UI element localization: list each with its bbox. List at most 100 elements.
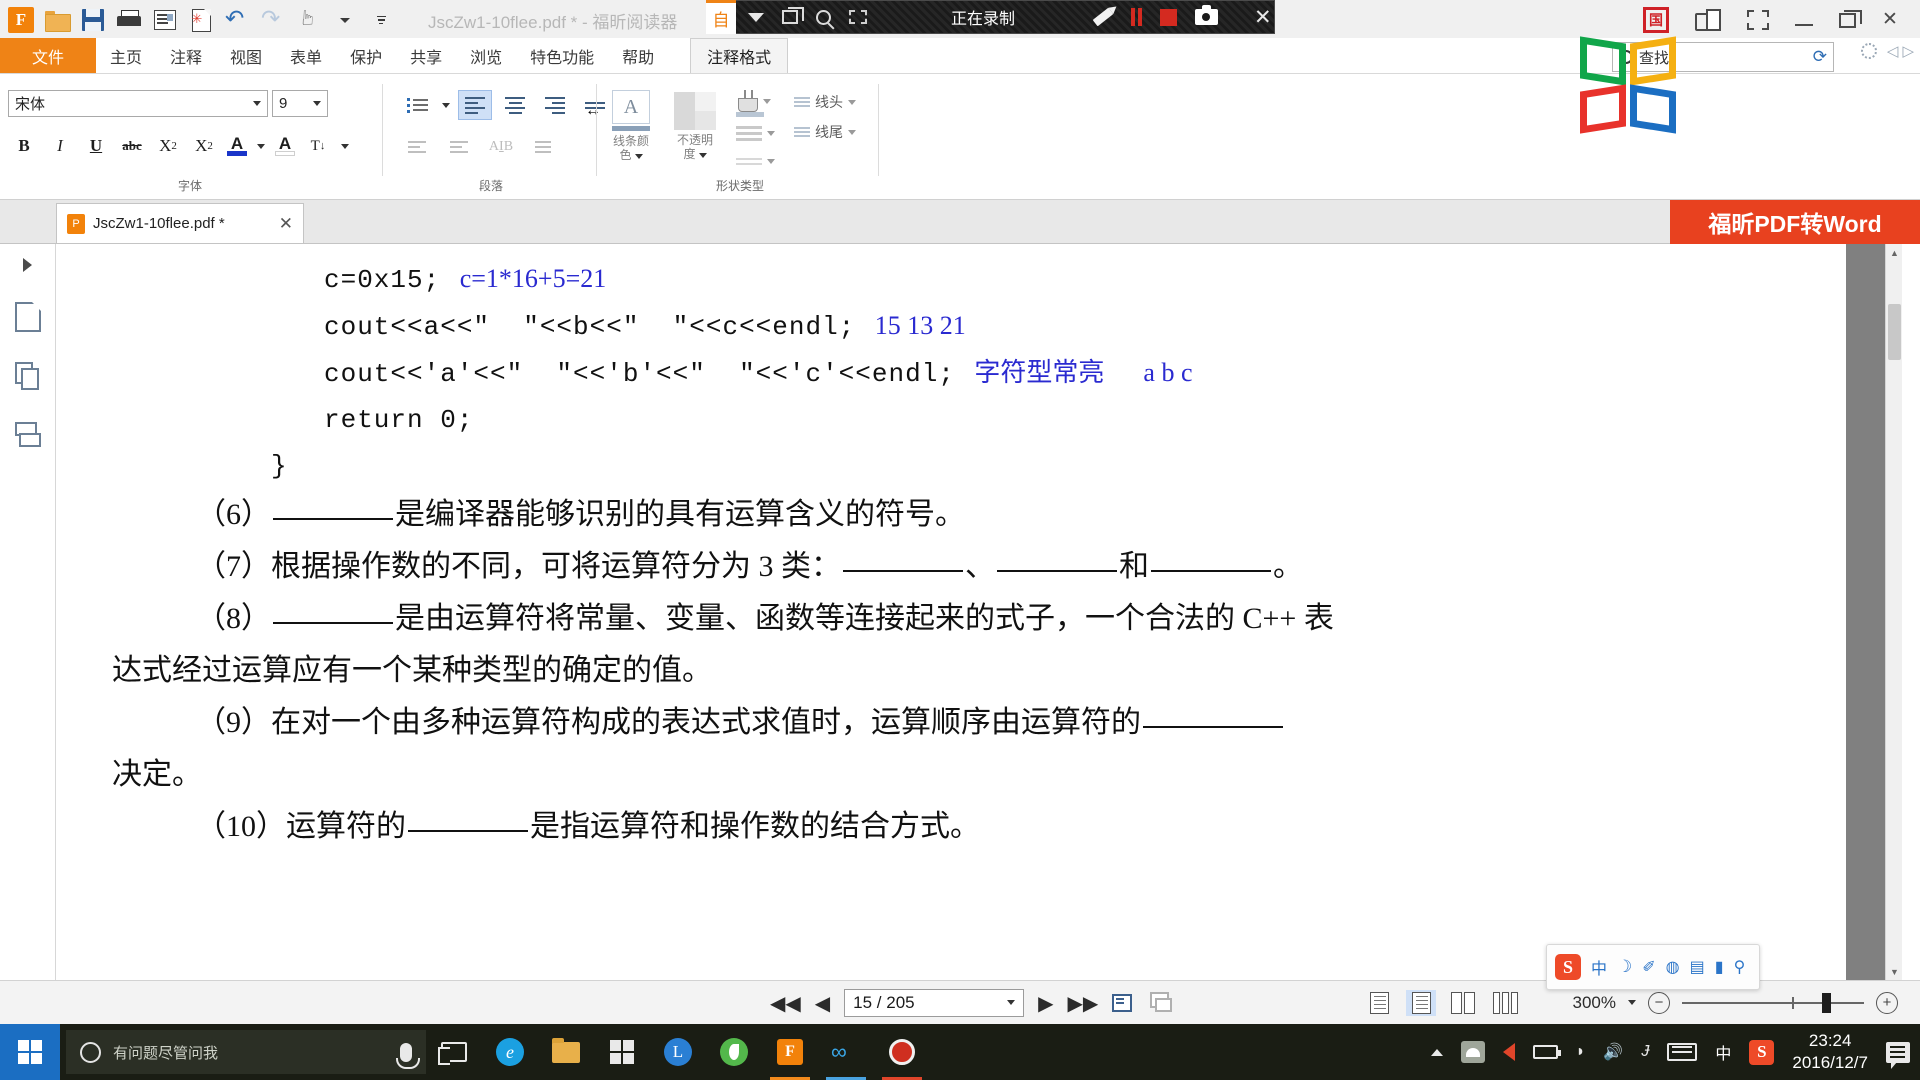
briefcase-icon[interactable]: ▮ xyxy=(1715,957,1724,977)
hand-tool-dropdown-icon[interactable] xyxy=(328,3,362,37)
foxit-logo-icon[interactable]: F xyxy=(4,3,38,37)
print-icon[interactable] xyxy=(112,3,146,37)
menu-item-share[interactable]: 共享 xyxy=(396,38,456,73)
previous-page-button[interactable]: ◀ xyxy=(815,993,830,1013)
bullet-list-dropdown-icon[interactable] xyxy=(440,90,452,120)
fill-color-button[interactable] xyxy=(736,90,771,112)
pause-icon[interactable] xyxy=(1131,8,1143,26)
menu-item-protect[interactable]: 保护 xyxy=(336,38,396,73)
foxit-reader-icon[interactable]: F xyxy=(762,1024,818,1080)
superscript-button[interactable]: X2 xyxy=(152,131,184,161)
prev-icon[interactable]: ◁ xyxy=(1887,42,1899,60)
document-tab[interactable]: P JscZw1-10flee.pdf * ✕ xyxy=(56,203,304,243)
bold-button[interactable]: B xyxy=(8,131,40,161)
close-icon[interactable]: ✕ xyxy=(1254,6,1272,28)
bullet-list-button[interactable] xyxy=(400,90,434,120)
tab-annotation-format[interactable]: 注释格式 xyxy=(690,38,789,73)
ribbon-toggle-icon[interactable] xyxy=(1695,9,1721,31)
zoom-out-button[interactable]: − xyxy=(1648,991,1670,1014)
moon-icon[interactable]: ☽ xyxy=(1617,957,1632,977)
first-page-button[interactable]: ◀◀ xyxy=(770,993,801,1013)
ime-mode-label[interactable]: 中 xyxy=(1591,955,1607,979)
link-app-icon[interactable]: ∞ xyxy=(818,1024,874,1080)
clock[interactable]: 23:24 2016/12/7 xyxy=(1792,1030,1868,1074)
sogou-tray-icon[interactable]: S xyxy=(1749,1039,1775,1065)
camera-icon[interactable] xyxy=(1195,5,1219,25)
pencil-icon[interactable] xyxy=(1092,7,1114,27)
pdf-to-word-banner[interactable]: 福昕PDF转Word xyxy=(1670,200,1920,244)
cortana-search-input[interactable]: 有问题尽管问我 xyxy=(66,1030,426,1074)
text-highlight-button[interactable]: A xyxy=(272,131,298,161)
open-folder-icon[interactable] xyxy=(40,3,74,37)
layers-icon[interactable] xyxy=(14,362,41,392)
close-icon[interactable]: ✕ xyxy=(279,214,293,234)
next-page-button[interactable]: ▶ xyxy=(1038,993,1053,1013)
sogou-ime-toolbar[interactable]: S 中 ☽ ✐ ◍ ▤ ▮ ⚲ xyxy=(1546,944,1760,990)
increase-indent-button[interactable] xyxy=(442,132,476,162)
page-layout-icon[interactable] xyxy=(148,3,182,37)
battery-icon[interactable] xyxy=(1532,1045,1561,1059)
redo-icon[interactable]: ↷ xyxy=(256,3,290,37)
magnifier-icon[interactable] xyxy=(816,9,831,25)
pin-icon[interactable]: ✐ xyxy=(1642,957,1655,977)
line-style-button[interactable] xyxy=(736,158,775,165)
bookmark-panel-button[interactable] xyxy=(1112,992,1136,1014)
chevron-down-icon[interactable] xyxy=(1007,1000,1016,1005)
menu-item-view[interactable]: 视图 xyxy=(216,38,276,73)
undo-icon[interactable]: ↶ xyxy=(220,3,254,37)
taskview-icon[interactable] xyxy=(426,1024,482,1080)
document-scrollbar[interactable]: ▲ ▼ xyxy=(1885,244,1902,980)
decrease-indent-button[interactable] xyxy=(400,132,434,162)
keyboard-icon[interactable] xyxy=(1667,1043,1698,1061)
line-tail-button[interactable]: 线尾 xyxy=(794,122,856,142)
expand-panel-icon[interactable] xyxy=(23,258,32,272)
microphone-icon[interactable]: ◍ xyxy=(1666,957,1680,977)
menu-item-comment[interactable]: 注释 xyxy=(156,38,216,73)
line-head-button[interactable]: 线头 xyxy=(794,92,856,112)
qat-overflow-icon[interactable] xyxy=(364,3,398,37)
save-icon[interactable] xyxy=(76,3,110,37)
new-document-icon[interactable]: ✳ xyxy=(184,3,218,37)
keyboard-icon[interactable]: ▤ xyxy=(1690,957,1705,977)
scroll-down-icon[interactable]: ▼ xyxy=(1886,963,1902,980)
region-select-icon[interactable] xyxy=(849,10,867,24)
comments-icon[interactable] xyxy=(14,422,41,452)
continuous-view-button[interactable] xyxy=(1406,989,1436,1016)
menu-item-file[interactable]: 文件 xyxy=(0,38,96,73)
strikethrough-button[interactable]: abc xyxy=(116,131,148,161)
font-family-select[interactable]: 宋体 xyxy=(8,90,268,117)
subscript-button[interactable]: X2 xyxy=(188,131,220,161)
font-color-dropdown-icon[interactable] xyxy=(254,131,268,161)
chevron-down-icon[interactable] xyxy=(767,159,775,164)
restore-icon[interactable] xyxy=(1839,9,1862,28)
menu-item-browse[interactable]: 浏览 xyxy=(456,38,516,73)
window-select-icon[interactable] xyxy=(782,7,804,24)
text-scale-button[interactable]: T ↓ xyxy=(302,131,334,161)
chevron-down-icon[interactable] xyxy=(848,129,856,135)
volume-icon[interactable]: 🔊 xyxy=(1603,1042,1623,1062)
show-hidden-icons-icon[interactable] xyxy=(1430,1048,1443,1056)
menu-item-features[interactable]: 特色功能 xyxy=(516,38,608,73)
wifi-icon[interactable]: ◗ xyxy=(1576,1043,1586,1061)
comment-panel-button[interactable] xyxy=(1150,991,1174,1014)
notifications-icon[interactable] xyxy=(1886,1041,1910,1069)
recorder-app-icon[interactable] xyxy=(874,1024,930,1080)
align-right-button[interactable] xyxy=(538,90,572,120)
align-left-button[interactable] xyxy=(458,90,492,120)
page-thumbnail-icon[interactable] xyxy=(14,302,41,332)
hand-tool-icon[interactable] xyxy=(292,3,326,37)
menu-item-form[interactable]: 表单 xyxy=(276,38,336,73)
nav-arrows[interactable]: ◁ ▷ xyxy=(1887,42,1914,60)
menu-item-home[interactable]: 主页 xyxy=(96,38,156,73)
fullscreen-icon[interactable] xyxy=(1747,10,1769,30)
line-color-button[interactable]: A 线条颜 色 xyxy=(612,90,650,162)
stop-icon[interactable] xyxy=(1160,8,1178,26)
file-explorer-icon[interactable] xyxy=(538,1024,594,1080)
cloud-sync-icon[interactable] xyxy=(1460,1041,1485,1063)
chinese-stamp-icon[interactable]: 国 xyxy=(1643,7,1669,33)
underline-button[interactable]: U xyxy=(80,131,112,161)
leaf-app-icon[interactable] xyxy=(706,1024,762,1080)
text-direction-button[interactable]: AIB xyxy=(484,132,518,162)
zoom-in-button[interactable]: + xyxy=(1876,991,1898,1014)
zoom-slider-thumb[interactable] xyxy=(1822,992,1831,1013)
